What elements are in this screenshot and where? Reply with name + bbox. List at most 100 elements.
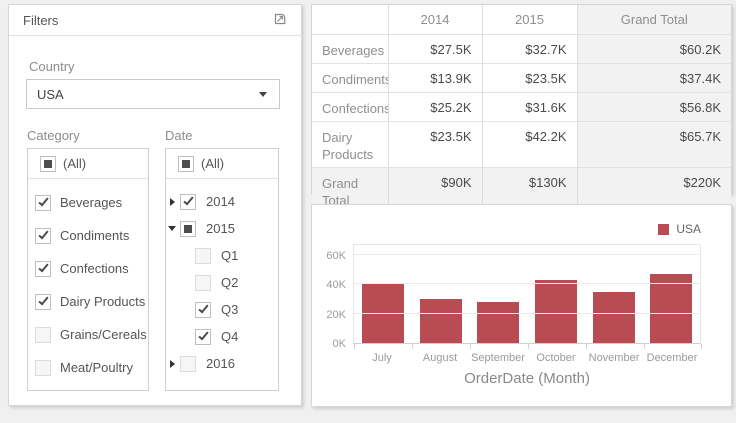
pivot-value-cell[interactable]: $32.7K	[482, 34, 577, 63]
check-icon	[38, 262, 48, 273]
x-axis-category-label: October	[527, 352, 585, 364]
y-axis-tick-label: 60K	[316, 249, 346, 263]
bar-november[interactable]	[593, 292, 635, 343]
pivot-data-row: Condiments$13.9K$23.5K$37.4K	[312, 63, 731, 92]
pivot-value-cell[interactable]: $130K	[482, 167, 577, 209]
chart-plot-area	[353, 244, 701, 344]
checkbox-checked[interactable]	[35, 261, 51, 277]
pivot-row-header[interactable]: Condiments	[312, 63, 388, 92]
bar-slot	[469, 245, 527, 343]
checkbox-indeterminate[interactable]	[178, 156, 194, 172]
checkbox-indeterminate[interactable]	[180, 221, 196, 237]
pivot-value-cell[interactable]: $23.5K	[388, 121, 482, 167]
export-document-icon	[272, 11, 288, 30]
x-axis-tick	[470, 344, 471, 349]
category-item-label: Condiments	[60, 228, 129, 243]
category-all-item[interactable]: (All)	[28, 149, 148, 179]
pivot-value-cell[interactable]: $65.7K	[577, 121, 731, 167]
category-item-label: Beverages	[60, 195, 122, 210]
pivot-value-cell[interactable]: $56.8K	[577, 92, 731, 121]
date-tree-item[interactable]: Q3	[166, 296, 278, 323]
category-item[interactable]: Grains/Cereals	[28, 318, 148, 351]
checkbox-checked[interactable]	[35, 294, 51, 310]
category-item[interactable]: Confections	[28, 252, 148, 285]
pivot-value-cell[interactable]: $90K	[388, 167, 482, 209]
pivot-row-header[interactable]: Confections	[312, 92, 388, 121]
chart-x-axis-labels: JulyAugustSeptemberOctoberNovemberDecemb…	[353, 352, 701, 364]
pivot-column-header[interactable]: 2015	[482, 5, 577, 34]
checkbox-checked[interactable]	[180, 194, 196, 210]
date-tree-item-label: Q2	[221, 275, 238, 290]
date-tree-item[interactable]: Q1	[166, 242, 278, 269]
indeterminate-icon	[44, 160, 52, 168]
date-tree-item-label: Q4	[221, 329, 238, 344]
checkbox-checked[interactable]	[35, 228, 51, 244]
checkbox-unchecked[interactable]	[195, 248, 211, 264]
category-label: Category	[27, 128, 80, 143]
pivot-value-cell[interactable]: $23.5K	[482, 63, 577, 92]
checkbox-unchecked[interactable]	[35, 327, 51, 343]
pivot-value-cell[interactable]: $31.6K	[482, 92, 577, 121]
pivot-value-cell[interactable]: $13.9K	[388, 63, 482, 92]
filters-panel-header: Filters	[9, 5, 301, 36]
x-axis-category-label: July	[353, 352, 411, 364]
pivot-data-row: Confections$25.2K$31.6K$56.8K	[312, 92, 731, 121]
triangle-down-icon[interactable]	[168, 226, 176, 231]
pivot-value-cell[interactable]: $220K	[577, 167, 731, 209]
pivot-corner-cell	[312, 5, 388, 34]
pivot-value-cell[interactable]: $27.5K	[388, 34, 482, 63]
category-item-label: Meat/Poultry	[60, 360, 133, 375]
pivot-row-header[interactable]: Grand Total	[312, 167, 388, 209]
bar-slot	[412, 245, 470, 343]
date-label: Date	[165, 128, 192, 143]
category-item[interactable]: Condiments	[28, 219, 148, 252]
pivot-value-cell[interactable]: $42.2K	[482, 121, 577, 167]
pivot-row-header[interactable]: Dairy Products	[312, 121, 388, 167]
x-axis-category-label: August	[411, 352, 469, 364]
bar-december[interactable]	[650, 274, 692, 343]
pivot-table-panel: 20142015Grand TotalBeverages$27.5K$32.7K…	[311, 4, 732, 194]
category-item[interactable]: Meat/Poultry	[28, 351, 148, 384]
y-axis-tick-label: 0K	[316, 337, 346, 351]
checkbox-indeterminate[interactable]	[40, 156, 56, 172]
country-label: Country	[29, 59, 75, 74]
check-icon	[38, 229, 48, 240]
triangle-right-icon[interactable]	[168, 360, 176, 368]
pivot-row-header[interactable]: Beverages	[312, 34, 388, 63]
check-icon	[198, 303, 208, 314]
date-all-label: (All)	[201, 156, 224, 171]
date-tree-item[interactable]: 2014	[166, 188, 278, 215]
bar-september[interactable]	[477, 302, 519, 343]
bar-october[interactable]	[535, 280, 577, 343]
pivot-column-header[interactable]: Grand Total	[577, 5, 731, 34]
category-item[interactable]: Beverages	[28, 186, 148, 219]
bar-august[interactable]	[420, 299, 462, 343]
pivot-value-cell[interactable]: $25.2K	[388, 92, 482, 121]
checkbox-checked[interactable]	[35, 195, 51, 211]
checkbox-unchecked[interactable]	[35, 360, 51, 376]
filters-panel: Filters Country USA Category (All) Bever…	[8, 4, 302, 406]
chart-legend: USA	[658, 222, 701, 236]
checkbox-checked[interactable]	[195, 329, 211, 345]
category-item[interactable]: Dairy Products	[28, 285, 148, 318]
pivot-value-cell[interactable]: $37.4K	[577, 63, 731, 92]
pivot-column-header[interactable]: 2014	[388, 5, 482, 34]
date-tree-item-label: 2015	[206, 221, 235, 236]
pivot-value-cell[interactable]: $60.2K	[577, 34, 731, 63]
date-tree-item-label: Q3	[221, 302, 238, 317]
date-tree-item[interactable]: 2016	[166, 350, 278, 377]
date-tree-item[interactable]: 2015	[166, 215, 278, 242]
date-tree-item[interactable]: Q4	[166, 323, 278, 350]
checkbox-checked[interactable]	[195, 302, 211, 318]
bar-slot	[527, 245, 585, 343]
pivot-header-row: 20142015Grand Total	[312, 5, 731, 34]
chart-x-axis-title: OrderDate (Month)	[353, 370, 701, 387]
export-button[interactable]	[271, 11, 289, 29]
triangle-right-icon[interactable]	[168, 198, 176, 206]
date-tree-item-label: 2016	[206, 356, 235, 371]
checkbox-unchecked[interactable]	[180, 356, 196, 372]
checkbox-unchecked[interactable]	[195, 275, 211, 291]
date-tree-item[interactable]: Q2	[166, 269, 278, 296]
date-all-item[interactable]: (All)	[166, 149, 278, 179]
country-select[interactable]: USA	[26, 79, 280, 109]
